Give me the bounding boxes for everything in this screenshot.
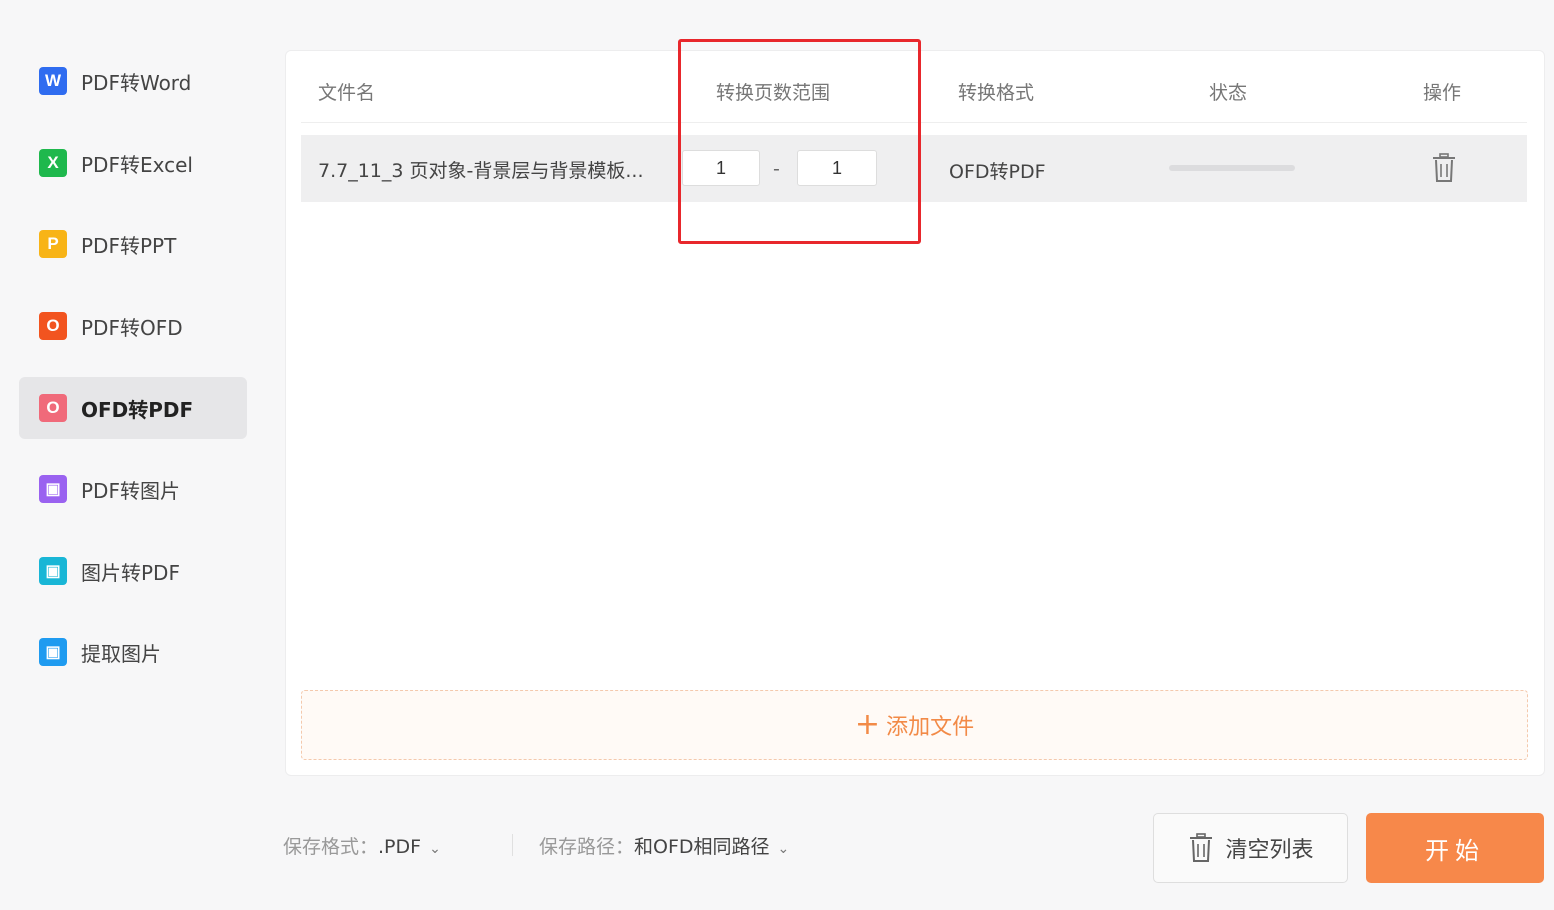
- sidebar-item-label: 提取图片: [81, 641, 161, 666]
- ppt-icon: P: [39, 230, 67, 258]
- save-format-selector[interactable]: 保存格式：.PDF ⌄: [283, 832, 441, 859]
- sidebar-item-label: OFD转PDF: [81, 397, 194, 422]
- chevron-down-icon: ⌄: [777, 841, 790, 857]
- ofd-icon: O: [39, 312, 67, 340]
- sidebar-item-label: PDF转PPT: [81, 233, 177, 258]
- plus-icon: +: [854, 707, 881, 742]
- sidebar-item-pdf-to-excel[interactable]: X PDF转Excel: [19, 132, 247, 194]
- excel-icon: X: [39, 149, 67, 177]
- column-header-action: 操作: [1423, 82, 1462, 104]
- column-header-filename: 文件名: [318, 82, 376, 104]
- sidebar-item-label: PDF转OFD: [81, 315, 183, 340]
- word-icon: W: [39, 67, 67, 95]
- save-path-label: 保存路径：: [539, 836, 635, 858]
- sidebar-item-label: PDF转Excel: [81, 152, 193, 177]
- extract-image-icon: ▣: [39, 638, 67, 666]
- format-cell: OFD转PDF: [949, 161, 1046, 183]
- trash-icon: [1187, 832, 1215, 864]
- ofd-to-pdf-icon: O: [39, 394, 67, 422]
- sidebar-item-extract-image[interactable]: ▣ 提取图片: [19, 621, 247, 683]
- sidebar-item-image-to-pdf[interactable]: ▣ 图片转PDF: [19, 540, 247, 602]
- sidebar-item-pdf-to-ppt[interactable]: P PDF转PPT: [19, 213, 247, 275]
- clear-list-label: 清空列表: [1225, 838, 1314, 863]
- header-divider: [301, 122, 1527, 123]
- sidebar-item-label: 图片转PDF: [81, 560, 180, 585]
- page-from-input[interactable]: 1: [682, 150, 760, 186]
- status-progress-bar: [1169, 165, 1295, 171]
- sidebar-item-pdf-to-ofd[interactable]: O PDF转OFD: [19, 295, 247, 357]
- page-range-separator: -: [773, 158, 780, 180]
- add-files-button[interactable]: + 添加文件: [301, 690, 1528, 760]
- save-path-selector[interactable]: 保存路径：和OFD相同路径 ⌄: [539, 832, 789, 859]
- save-format-label: 保存格式：: [283, 836, 379, 858]
- file-name-cell: 7.7_11_3 页对象-背景层与背景模板...: [318, 160, 644, 182]
- sidebar-item-label: PDF转图片: [81, 478, 180, 503]
- column-header-page-range: 转换页数范围: [716, 82, 831, 104]
- sidebar-item-ofd-to-pdf[interactable]: O OFD转PDF: [19, 377, 247, 439]
- image-to-pdf-icon: ▣: [39, 557, 67, 585]
- save-format-value: .PDF: [378, 836, 422, 858]
- bottom-divider: [512, 834, 513, 856]
- chevron-down-icon: ⌄: [429, 841, 441, 857]
- save-path-value: 和OFD相同路径: [634, 836, 770, 858]
- add-files-label: 添加文件: [886, 715, 975, 740]
- column-header-status: 状态: [1209, 82, 1248, 104]
- sidebar-item-pdf-to-word[interactable]: W PDF转Word: [19, 50, 247, 112]
- sidebar: W PDF转Word X PDF转Excel P PDF转PPT O PDF转O…: [0, 0, 270, 910]
- pdf-to-image-icon: ▣: [39, 475, 67, 503]
- delete-icon[interactable]: [1430, 152, 1458, 184]
- sidebar-item-label: PDF转Word: [81, 70, 192, 95]
- page-to-input[interactable]: 1: [797, 150, 877, 186]
- clear-list-button[interactable]: 清空列表: [1153, 813, 1348, 883]
- sidebar-item-pdf-to-image[interactable]: ▣ PDF转图片: [19, 458, 247, 520]
- start-button[interactable]: 开始: [1366, 813, 1544, 883]
- column-header-format: 转换格式: [958, 82, 1035, 104]
